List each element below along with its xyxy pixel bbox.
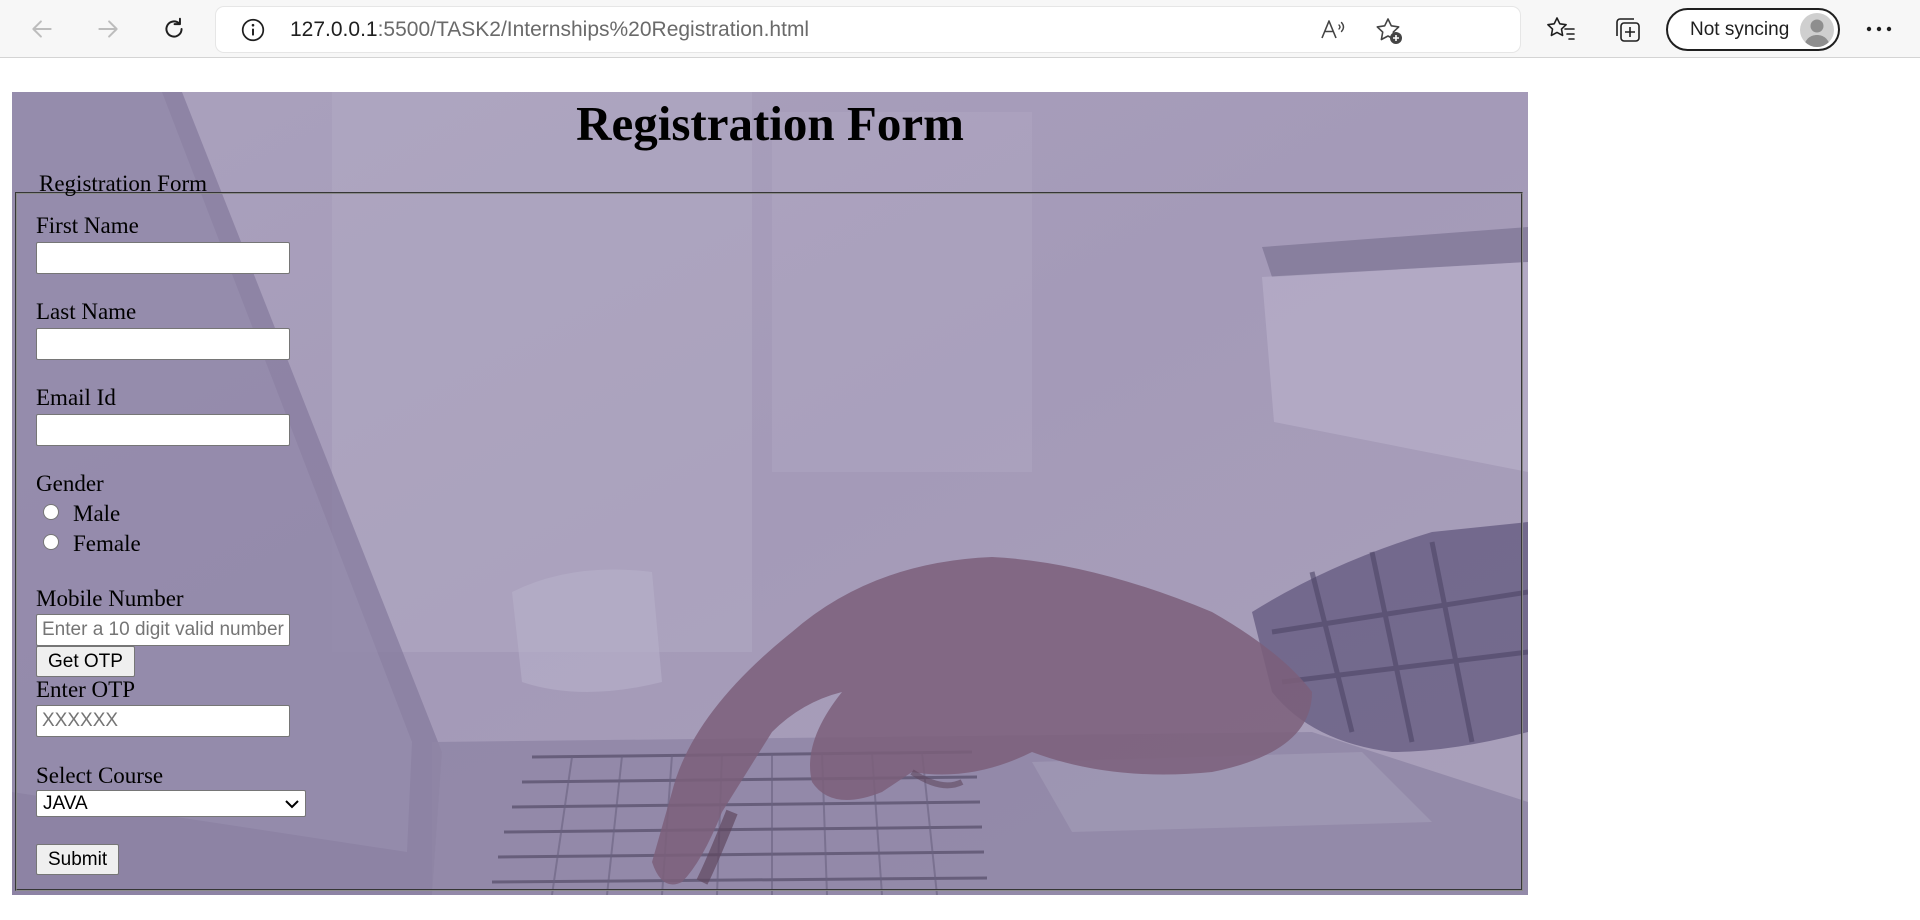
back-arrow-icon [32,20,52,38]
get-otp-button[interactable]: Get OTP [36,646,135,677]
url-path: :5500/TASK2/Internships%20Registration.h… [377,18,810,41]
read-aloud-icon[interactable] [1319,16,1347,44]
site-info-icon[interactable] [240,17,266,43]
browser-toolbar: 127.0.0.1:5500/TASK2/Internships%20Regis… [0,0,1920,58]
refresh-button[interactable] [154,10,194,48]
first-name-input[interactable] [36,242,290,274]
gender-male-radio[interactable] [43,504,59,520]
mobile-number-input[interactable] [36,614,290,646]
sync-status-label: Not syncing [1690,19,1790,40]
mobile-number-label: Mobile Number [36,586,184,611]
submit-button[interactable]: Submit [36,844,120,875]
course-label: Select Course [36,763,164,788]
first-name-label: First Name [36,213,139,238]
registration-fieldset [15,192,1523,891]
url-host: 127.0.0.1 [290,18,378,41]
gender-male-label: Male [73,501,121,526]
favorites-icon[interactable] [1545,14,1577,46]
back-button[interactable] [22,10,62,48]
otp-input[interactable] [36,705,290,737]
fieldset-legend: Registration Form [39,171,208,196]
gender-label: Gender [36,471,104,496]
forward-arrow-icon [98,20,118,38]
address-bar[interactable]: 127.0.0.1:5500/TASK2/Internships%20Regis… [216,7,1520,52]
profile-sync-button[interactable]: Not syncing [1666,8,1840,51]
address-url[interactable]: 127.0.0.1:5500/TASK2/Internships%20Regis… [290,7,809,52]
forward-button[interactable] [88,10,128,48]
page-title: Registration Form [576,96,964,151]
user-avatar-icon [1804,19,1830,47]
email-input[interactable] [36,414,290,446]
last-name-label: Last Name [36,299,137,324]
course-select[interactable]: JAVA [36,790,306,817]
gender-female-radio[interactable] [43,534,59,550]
gender-female-label: Female [73,531,141,556]
last-name-input[interactable] [36,328,290,360]
avatar [1800,13,1834,47]
registration-page: Registration Form Registration Form Firs… [12,92,1528,895]
course-selected-value: JAVA [43,793,88,814]
email-label: Email Id [36,385,116,410]
otp-label: Enter OTP [36,677,136,702]
refresh-icon [165,17,183,38]
collections-icon[interactable] [1612,14,1644,46]
add-favorite-icon[interactable] [1374,16,1404,46]
more-options-icon[interactable] [1862,16,1896,42]
chevron-down-icon [285,800,299,809]
